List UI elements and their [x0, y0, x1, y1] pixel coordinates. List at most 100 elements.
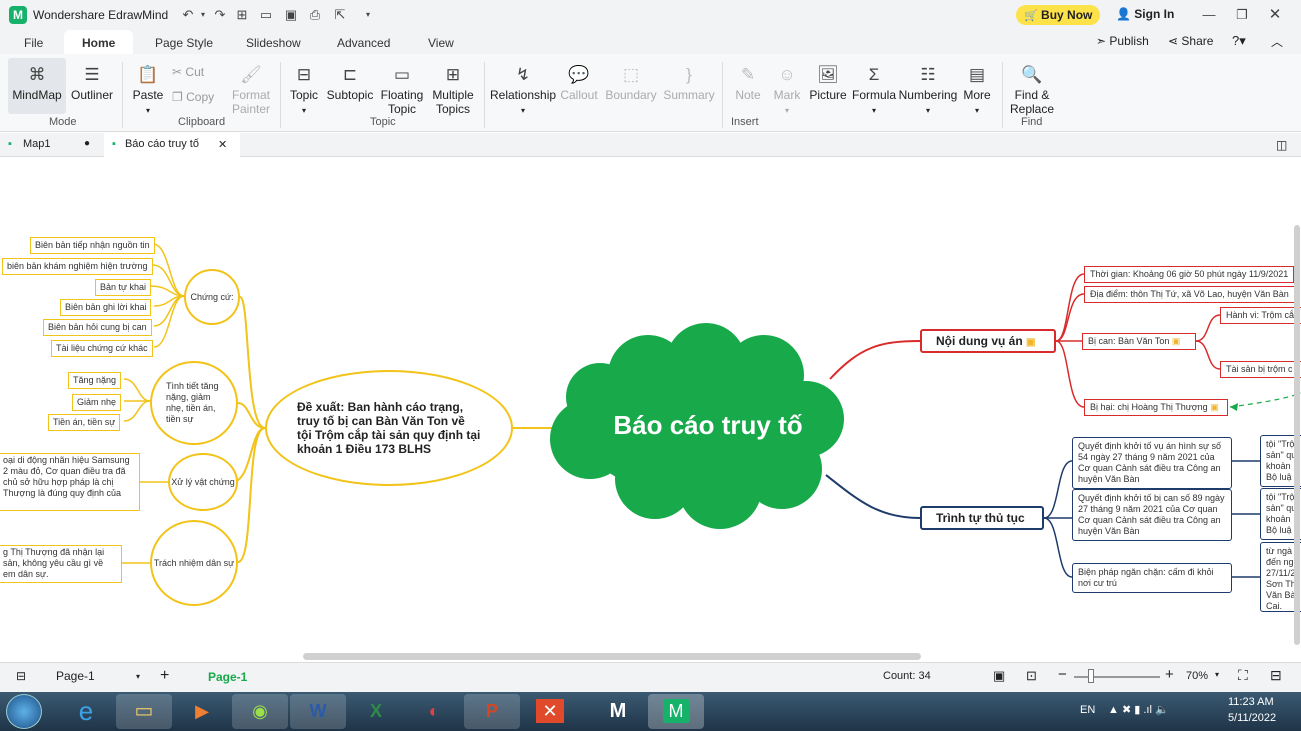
zoom-slider-handle[interactable] [1088, 669, 1094, 683]
collapse-ribbon-icon[interactable]: ︿ [1271, 33, 1283, 50]
circumstances-topic[interactable]: Tình tiết tăng nặng, giảm nhẹ, tiền án, … [150, 361, 238, 445]
start-button-icon[interactable] [6, 694, 42, 729]
multiple-topics-button[interactable]: ⊞ Multiple Topics [430, 64, 476, 116]
edrawmind-taskbar-icon[interactable]: M [648, 694, 704, 729]
tab-file[interactable]: File [24, 36, 43, 50]
zoom-level[interactable]: 70% [1186, 670, 1208, 682]
undo-icon[interactable]: ↶ [180, 7, 196, 23]
export-icon[interactable]: ⇱ [332, 7, 348, 23]
evidence-item[interactable]: Biên bản ghi lời khai [60, 299, 152, 316]
numbering-button[interactable]: ☷ Numbering ▾ [898, 64, 958, 116]
case-location[interactable]: Địa điểm: thôn Thị Tứ, xã Võ Lao, huyện … [1084, 286, 1295, 303]
help-icon[interactable]: ?▾ [1232, 33, 1246, 49]
case-time[interactable]: Thời gian: Khoảng 06 giờ 50 phút ngày 11… [1084, 266, 1295, 283]
picture-button[interactable]: 🖼 Picture [808, 64, 848, 102]
powerpoint-icon[interactable]: P [464, 694, 520, 729]
circumstance-item[interactable]: Tăng nặng [68, 372, 122, 389]
fit-page-icon[interactable]: ▣ [993, 668, 1005, 684]
word-icon[interactable]: W [290, 694, 346, 729]
tab-page-style[interactable]: Page Style [155, 36, 213, 50]
publish-button[interactable]: ➣ Publish [1096, 34, 1149, 48]
page-panel-icon[interactable]: ⊟ [16, 669, 26, 683]
mindmap-button[interactable]: ⌘ MindMap [10, 64, 64, 102]
close-window-icon[interactable]: ✕ [1267, 7, 1283, 23]
clock-time[interactable]: 11:23 AM [1228, 696, 1274, 708]
find-replace-button[interactable]: 🔍 Find & Replace [1008, 64, 1056, 116]
case-defendant[interactable]: Bị can: Bàn Văn Ton ▣ [1082, 333, 1196, 350]
buy-now-button[interactable]: 🛒 Buy Now [1016, 5, 1100, 25]
page-select[interactable]: Page-1 ▾ [48, 667, 146, 687]
close-app-icon[interactable]: ✕ [522, 694, 578, 729]
file-explorer-icon[interactable]: ▭ [116, 694, 172, 729]
case-victim[interactable]: Bị hại: chị Hoàng Thị Thượng ▣ [1084, 399, 1228, 416]
mindmap-canvas[interactable]: Báo cáo truy tố Đề xuất: Ban hành cáo tr… [0, 157, 1301, 662]
vertical-scrollbar[interactable] [1294, 225, 1300, 645]
internet-explorer-icon[interactable]: e [58, 694, 114, 729]
case-content-topic[interactable]: Nội dung vụ án ▣ [920, 329, 1056, 353]
zoom-in-icon[interactable]: + [1165, 666, 1174, 683]
civil-liability-topic[interactable]: Trách nhiệm dân sự [150, 520, 238, 606]
minimize-icon[interactable]: — [1201, 7, 1217, 23]
excel-icon[interactable]: X [348, 694, 404, 729]
save-icon[interactable]: ▣ [283, 7, 299, 23]
language-indicator[interactable]: EN [1080, 704, 1095, 716]
circumstance-item[interactable]: Tiền án, tiền sự [48, 414, 121, 431]
relationship-button[interactable]: ↯ Relationship ▾ [490, 64, 556, 116]
copy-button[interactable]: ❐ Copy [172, 90, 214, 104]
new-icon[interactable]: ⊞ [234, 7, 250, 23]
floating-topic-button[interactable]: ▭ Floating Topic [380, 64, 424, 116]
proposal-topic[interactable]: Đề xuất: Ban hành cáo trạng, truy tố bị … [265, 370, 513, 486]
fit-width-icon[interactable]: ⊡ [1026, 668, 1037, 684]
topic-button[interactable]: ⊟ Topic ▾ [286, 64, 322, 116]
page-tab[interactable]: Page-1 [208, 670, 247, 684]
redo-icon[interactable]: ↷ [212, 7, 228, 23]
add-page-icon[interactable]: + [160, 667, 169, 685]
media-player-icon[interactable]: ▶ [174, 694, 230, 729]
print-icon[interactable]: ⎙ [307, 7, 323, 23]
zoom-slider[interactable] [1074, 676, 1160, 678]
app-m-icon[interactable]: M [590, 694, 646, 729]
quick-access-dropdown-icon[interactable]: ▾ [360, 7, 376, 23]
procedure-item[interactable]: Biện pháp ngăn chặn: cấm đi khỏi nơi cư … [1072, 563, 1232, 593]
tab-view[interactable]: View [428, 36, 454, 50]
ccleaner-icon[interactable]: ◐ [406, 694, 462, 729]
doc-tab-bao-cao[interactable]: ▪ Báo cáo truy tố ✕ [104, 133, 240, 157]
evidence-item[interactable]: biên bản khám nghiệm hiện trường [2, 258, 153, 275]
tab-slideshow[interactable]: Slideshow [246, 36, 301, 50]
format-painter-button[interactable]: 🖌 Format Painter [228, 64, 274, 116]
panel-toggle-icon[interactable]: ⊟ [1270, 667, 1282, 684]
app-green-icon[interactable]: ◉ [232, 694, 288, 729]
fullscreen-icon[interactable]: ⛶ [1238, 667, 1248, 684]
evidence-item[interactable]: Biên bản tiếp nhận nguồn tin [30, 237, 155, 254]
more-button[interactable]: ▤ More ▾ [960, 64, 994, 116]
evidence-item[interactable]: Biên bản hỏi cung bị can [43, 319, 152, 336]
close-tab-icon[interactable]: ✕ [218, 138, 227, 151]
procedure-topic[interactable]: Trình tự thủ tục [920, 506, 1044, 530]
subtopic-button[interactable]: ⊏ Subtopic [326, 64, 374, 102]
horizontal-scrollbar[interactable] [303, 653, 921, 660]
stolen-property[interactable]: Tài sản bị trộm c [1220, 361, 1301, 378]
summary-button[interactable]: } Summary [662, 64, 716, 102]
maximize-icon[interactable]: ❐ [1234, 7, 1250, 23]
formula-button[interactable]: Σ Formula ▾ [851, 64, 897, 116]
procedure-item[interactable]: Quyết định khởi tố vụ án hình sự số 54 n… [1072, 437, 1232, 489]
zoom-dropdown-icon[interactable]: ▾ [1215, 670, 1219, 679]
clock-date[interactable]: 5/11/2022 [1228, 712, 1276, 724]
open-folder-icon[interactable]: ▭ [258, 7, 274, 23]
circumstance-item[interactable]: Giảm nhẹ [72, 394, 122, 411]
tab-home[interactable]: Home [64, 30, 134, 54]
cut-button[interactable]: ✂ Cut [172, 65, 204, 79]
outliner-button[interactable]: ☰ Outliner [68, 64, 116, 102]
side-panel-toggle-icon[interactable]: ◫ [1276, 138, 1287, 152]
exhibits-detail[interactable]: oại di động nhãn hiệu Samsung 2 màu đỏ, … [0, 453, 140, 511]
doc-tab-map1[interactable]: ▪ Map1 ● [0, 133, 102, 157]
tray-icons[interactable]: ▲ ✖ ▮ .ıl 🔈 [1108, 703, 1169, 716]
note-button[interactable]: ✎ Note [730, 64, 766, 102]
evidence-topic[interactable]: Chứng cứ: [184, 269, 240, 325]
evidence-item[interactable]: Tài liệu chứng cứ khác [51, 340, 153, 357]
defendant-behavior[interactable]: Hành vi: Trộm cắ [1220, 307, 1301, 324]
central-topic[interactable]: Báo cáo truy tố [580, 410, 836, 441]
boundary-button[interactable]: ⬚ Boundary [604, 64, 658, 102]
evidence-item[interactable]: Bản tự khai [95, 279, 152, 296]
sign-in-button[interactable]: 👤 Sign In [1116, 7, 1174, 21]
